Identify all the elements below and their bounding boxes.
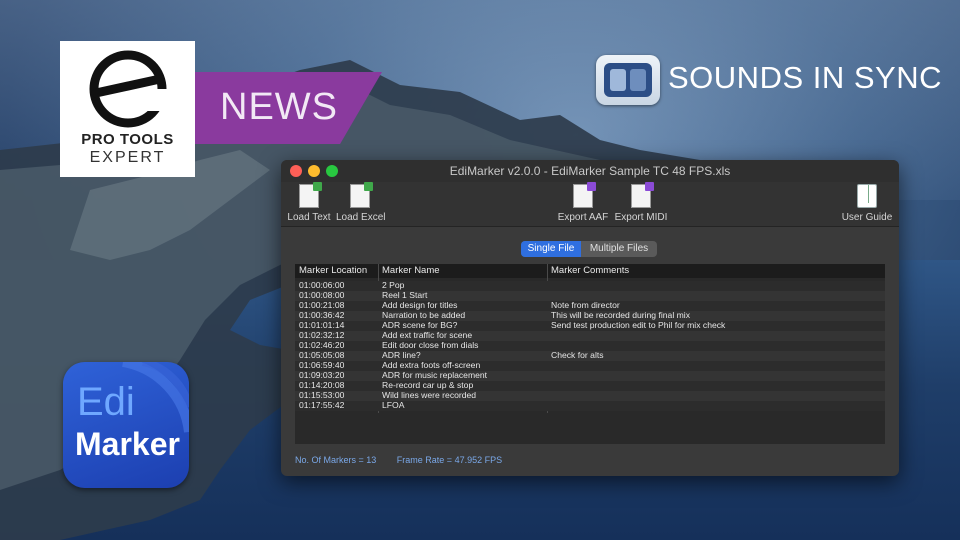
cell-name: Re-record car up & stop [382, 380, 474, 390]
news-label: NEWS [220, 86, 338, 128]
cell-name: Narration to be added [382, 310, 466, 320]
marker-count: No. Of Markers = 13 [295, 455, 377, 465]
aaf-file-icon [573, 182, 596, 208]
book-icon [857, 184, 877, 208]
marker-label: Marker [75, 426, 180, 462]
cell-location: 01:15:53:00 [299, 390, 345, 400]
cell-location: 01:01:01:14 [299, 320, 345, 330]
text-file-icon [299, 182, 322, 208]
table-header: Marker Location Marker Name Marker Comme… [295, 264, 885, 278]
pte-wordmark-top: PRO TOOLS [81, 131, 174, 148]
cell-comments: Note from director [551, 300, 620, 310]
excel-file-icon [350, 182, 373, 208]
load-excel-button[interactable]: Load Excel [336, 182, 386, 223]
cell-location: 01:00:21:08 [299, 300, 345, 310]
cell-comments: Check for alts [551, 350, 604, 360]
cell-comments: This will be recorded during final mix [551, 310, 690, 320]
edimarker-window: EdiMarker v2.0.0 - EdiMarker Sample TC 4… [281, 160, 899, 476]
cell-name: ADR for music replacement [382, 370, 488, 380]
midi-file-icon [631, 182, 654, 208]
title-bar: EdiMarker v2.0.0 - EdiMarker Sample TC 4… [281, 160, 899, 182]
cell-name: Edit door close from dials [382, 340, 479, 350]
toolbar: Load Text Load Excel Export AAF Export M… [281, 182, 899, 227]
markers-table: Marker Location Marker Name Marker Comme… [295, 264, 885, 444]
cell-name: Add ext traffic for scene [382, 330, 473, 340]
cell-location: 01:06:59:40 [299, 360, 345, 370]
cell-location: 01:14:20:08 [299, 380, 345, 390]
sounds-in-sync-wordmark: SOUNDS IN SYNC [668, 60, 942, 95]
tab-multiple-files[interactable]: Multiple Files [581, 241, 657, 257]
cell-location: 01:09:03:20 [299, 370, 345, 380]
column-header-name[interactable]: Marker Name [382, 265, 440, 276]
cell-location: 01:00:36:42 [299, 310, 345, 320]
status-bar: No. Of Markers = 13 Frame Rate = 47.952 … [295, 455, 520, 465]
export-midi-button[interactable]: Export MIDI [614, 182, 668, 223]
window-title: EdiMarker v2.0.0 - EdiMarker Sample TC 4… [449, 164, 731, 178]
load-text-button[interactable]: Load Text [287, 182, 331, 223]
pte-e-icon [89, 50, 168, 128]
export-aaf-button[interactable]: Export AAF [557, 182, 609, 223]
cell-location: 01:05:05:08 [299, 350, 345, 360]
frame-rate: Frame Rate = 47.952 FPS [396, 455, 503, 465]
cell-comments: Send test production edit to Phil for mi… [551, 320, 726, 330]
load-text-label: Load Text [287, 212, 331, 223]
cell-name: 2 Pop [382, 280, 405, 290]
table-row[interactable]: 01:17:55:42 LFOA [295, 400, 885, 411]
cell-name: Add extra foots off-screen [382, 360, 481, 370]
export-aaf-label: Export AAF [557, 212, 609, 223]
cell-location: 01:02:32:12 [299, 330, 345, 340]
cell-location: 01:00:08:00 [299, 290, 345, 300]
cell-name: Wild lines were recorded [382, 390, 477, 400]
column-header-comments[interactable]: Marker Comments [551, 265, 629, 276]
cell-name: LFOA [382, 400, 405, 410]
pte-wordmark-bottom: EXPERT [89, 149, 166, 166]
file-mode-segmented-control: Single File Multiple Files [521, 241, 657, 257]
tab-single-file[interactable]: Single File [521, 241, 581, 257]
cell-name: Reel 1 Start [382, 290, 428, 300]
user-guide-button[interactable]: User Guide [841, 184, 893, 223]
cell-location: 01:00:06:00 [299, 280, 345, 290]
load-excel-label: Load Excel [336, 212, 386, 223]
column-header-location[interactable]: Marker Location [299, 265, 367, 276]
cell-name: ADR scene for BG? [382, 320, 458, 330]
export-midi-label: Export MIDI [614, 212, 668, 223]
cell-name: Add design for titles [382, 300, 458, 310]
edi-label: Edi [77, 380, 135, 424]
cell-name: ADR line? [382, 350, 421, 360]
pro-tools-expert-logo: PRO TOOLS EXPERT [60, 41, 195, 177]
sounds-in-sync-icon [596, 55, 660, 105]
cell-location: 01:17:55:42 [299, 400, 345, 410]
cell-location: 01:02:46:20 [299, 340, 345, 350]
edimarker-app-icon: Edi Marker [63, 362, 189, 488]
user-guide-label: User Guide [841, 212, 893, 223]
